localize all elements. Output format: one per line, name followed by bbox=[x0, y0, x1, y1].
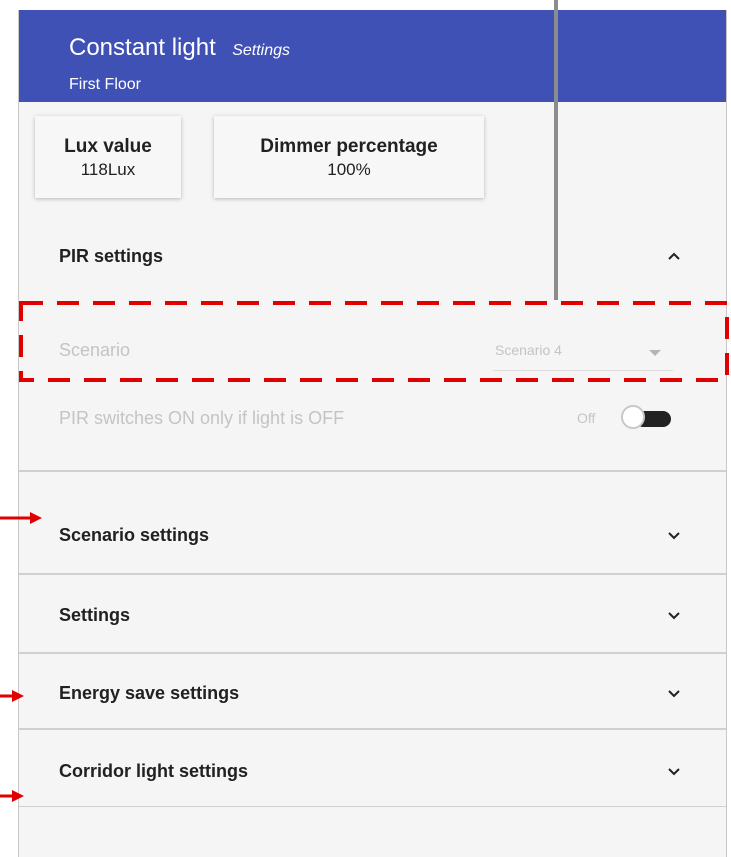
section-title: Energy save settings bbox=[59, 683, 240, 703]
scenario-select-value: Scenario 4 bbox=[495, 342, 562, 358]
section-divider bbox=[19, 573, 726, 575]
lux-value-label: Lux value bbox=[64, 136, 152, 157]
section-energy-save-settings[interactable]: Energy save settings bbox=[19, 673, 726, 713]
header-title-row: Constant light Settings bbox=[69, 34, 290, 62]
app-header: Constant light Settings First Floor bbox=[19, 10, 726, 102]
chevron-down-icon[interactable] bbox=[662, 603, 686, 627]
section-divider bbox=[19, 470, 726, 472]
pir-settings-header[interactable]: PIR settings bbox=[19, 236, 726, 276]
page-title: Constant light bbox=[69, 34, 216, 61]
scenario-label: Scenario bbox=[59, 340, 131, 360]
settings-panel: Constant light Settings First Floor Lux … bbox=[18, 10, 727, 857]
section-title: Corridor light settings bbox=[59, 761, 248, 781]
pir-switch-toggle[interactable] bbox=[619, 404, 679, 434]
section-settings[interactable]: Settings bbox=[19, 595, 726, 635]
dropdown-arrow-icon bbox=[649, 350, 661, 356]
scenario-select[interactable]: Scenario 4 bbox=[493, 338, 673, 371]
section-divider bbox=[19, 806, 726, 807]
chevron-down-icon[interactable] bbox=[662, 759, 686, 783]
section-corridor-light-settings[interactable]: Corridor light settings bbox=[19, 751, 726, 791]
pir-switch-label: PIR switches ON only if light is OFF bbox=[59, 408, 345, 428]
section-scenario-settings[interactable]: Scenario settings bbox=[19, 515, 726, 555]
location-label: First Floor bbox=[69, 76, 141, 93]
dimmer-percentage-value: 100% bbox=[327, 160, 371, 179]
section-divider bbox=[19, 728, 726, 730]
pir-settings-title: PIR settings bbox=[59, 246, 164, 266]
dimmer-percentage-tile: Dimmer percentage 100% bbox=[214, 116, 484, 198]
section-title: Scenario settings bbox=[59, 525, 210, 545]
page-subtitle: Settings bbox=[232, 42, 291, 59]
lux-value-tile: Lux value 118Lux bbox=[35, 116, 181, 198]
pir-switch-state: Off bbox=[577, 410, 596, 426]
dimmer-percentage-label: Dimmer percentage bbox=[260, 136, 438, 157]
chevron-down-icon[interactable] bbox=[662, 523, 686, 547]
section-divider bbox=[19, 652, 726, 654]
chevron-down-icon[interactable] bbox=[662, 681, 686, 705]
chevron-up-icon[interactable] bbox=[662, 244, 686, 268]
toggle-knob bbox=[621, 405, 645, 429]
section-title: Settings bbox=[59, 605, 131, 625]
lux-value: 118Lux bbox=[80, 160, 136, 179]
